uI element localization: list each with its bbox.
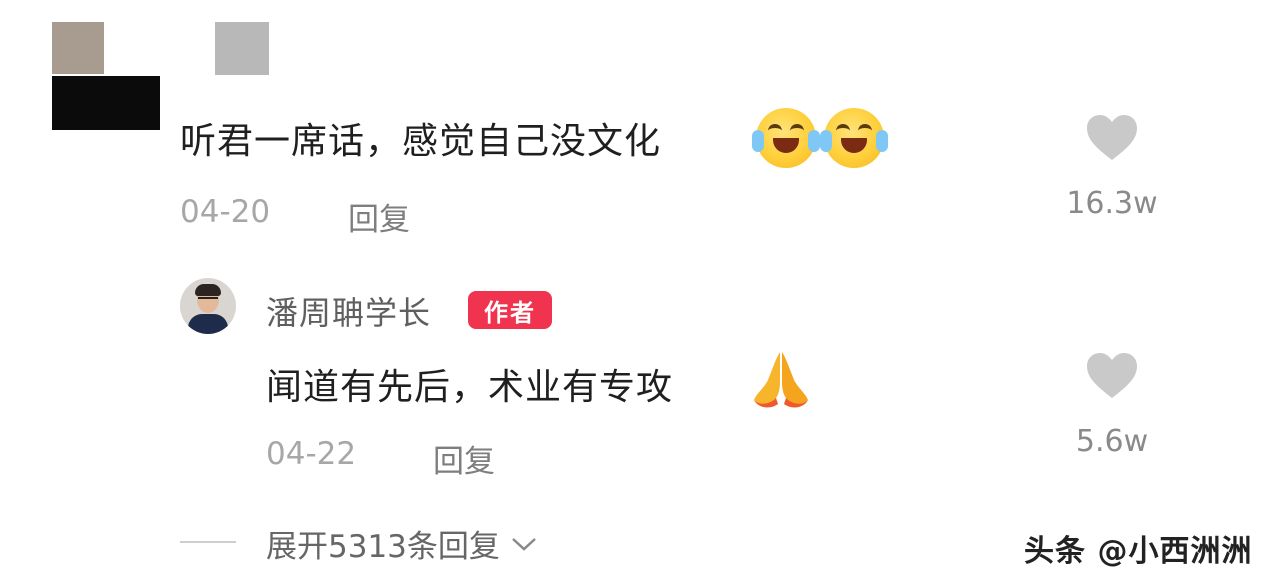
like-button[interactable]: [1085, 352, 1139, 404]
like-count: 16.3w: [1066, 186, 1158, 221]
comment-date: 04-20: [180, 194, 271, 230]
avatar[interactable]: [180, 278, 236, 334]
reply-button[interactable]: 回复: [433, 436, 495, 481]
heart-icon: [1087, 353, 1137, 398]
comment-text: 听君一席话，感觉自己没文化: [180, 121, 662, 162]
watermark: 头条 @小西洲洲: [1024, 534, 1253, 569]
reply-button[interactable]: 回复: [348, 194, 410, 239]
reply-text: 闻道有先后，术业有专攻: [266, 367, 674, 408]
heart-icon: [1087, 115, 1137, 160]
reply-date: 04-22: [266, 436, 357, 472]
thread-divider: [180, 541, 236, 543]
like-count: 5.6w: [1075, 424, 1149, 459]
chevron-down-icon: [512, 537, 536, 551]
expand-replies-button[interactable]: 展开5313条回复: [266, 521, 538, 566]
expand-replies-label: 展开5313条回复: [266, 529, 500, 565]
tears-of-joy-emoji: [752, 108, 820, 168]
folded-hands-emoji: [754, 352, 808, 408]
like-button[interactable]: [1085, 114, 1139, 166]
tears-of-joy-emoji: [820, 108, 888, 168]
author-name[interactable]: 潘周聃学长: [266, 288, 431, 334]
redacted-avatar-block: [52, 76, 160, 130]
redacted-username: [215, 22, 269, 75]
redacted-avatar[interactable]: [52, 22, 104, 74]
author-badge: 作者: [468, 291, 552, 329]
